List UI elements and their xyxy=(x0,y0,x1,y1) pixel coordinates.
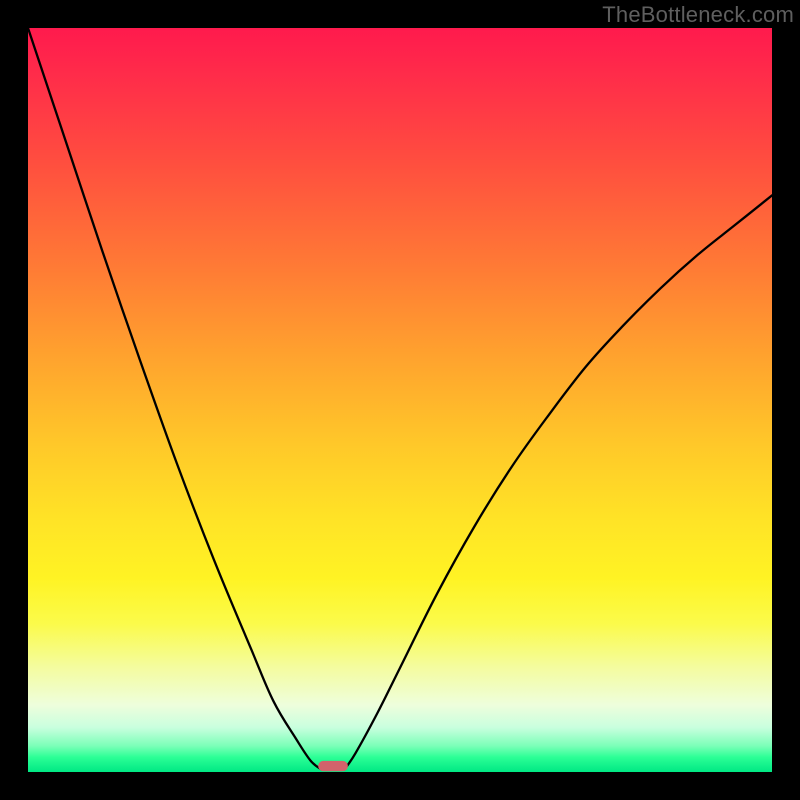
chart-frame: TheBottleneck.com xyxy=(0,0,800,800)
watermark-text: TheBottleneck.com xyxy=(602,2,794,28)
plot-area xyxy=(28,28,772,772)
gradient-background xyxy=(28,28,772,772)
